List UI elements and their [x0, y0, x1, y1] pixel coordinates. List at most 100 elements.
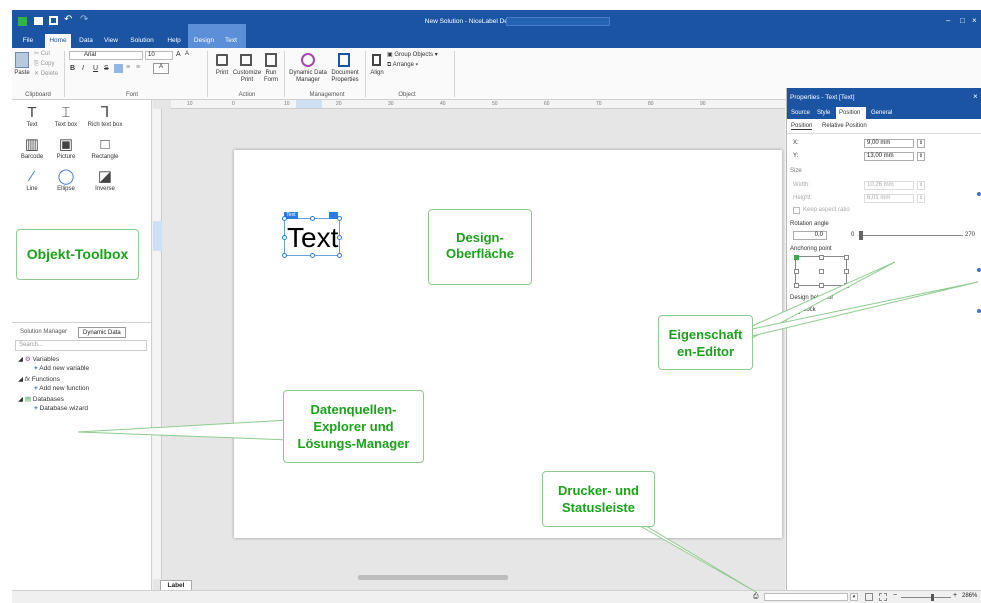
resize-handle[interactable]	[310, 253, 315, 258]
underline-button[interactable]: U	[93, 65, 98, 72]
zoom-in-icon[interactable]: +	[953, 592, 957, 599]
x-spinner[interactable]: ⇕	[917, 139, 925, 148]
info-icon[interactable]	[977, 268, 981, 272]
font-size-select[interactable]: 10	[145, 51, 173, 60]
align-right-icon[interactable]: ≡	[136, 64, 140, 71]
tree-databases[interactable]: ◢ ▤ Databases	[18, 395, 64, 403]
rotation-slider-thumb[interactable]	[859, 231, 863, 240]
align-button[interactable]: Align	[368, 70, 386, 77]
arrange-button[interactable]: ⧉ Arrange ▾	[387, 62, 418, 69]
resize-handle[interactable]	[282, 216, 287, 221]
anchor-bottom-right[interactable]	[844, 283, 849, 288]
rectangle-tool[interactable]: □ Rectangle	[84, 136, 126, 160]
tab-style[interactable]: Style	[817, 110, 830, 116]
font-family-select[interactable]: Arial	[69, 51, 143, 60]
ellipse-tool[interactable]: ◯ Ellipse	[48, 168, 84, 192]
text-object[interactable]: Text Text	[282, 212, 342, 258]
anchor-bottom-center[interactable]	[819, 283, 824, 288]
info-icon[interactable]	[977, 192, 981, 196]
customize-print-button[interactable]: Customize Print	[232, 70, 262, 84]
dynamic-data-manager-button[interactable]: Dynamic Data Manager	[286, 70, 330, 84]
properties-close-icon[interactable]: ×	[973, 92, 978, 101]
tab-home[interactable]: Home	[45, 34, 71, 48]
anchor-top-right[interactable]	[844, 255, 849, 260]
anchoring-point-selector[interactable]	[794, 255, 849, 288]
add-new-function-link[interactable]: + Add new function	[34, 385, 89, 392]
resize-handle[interactable]	[310, 216, 315, 221]
line-tool[interactable]: ⁄ Line	[14, 168, 50, 192]
fit-window-icon[interactable]	[879, 593, 887, 601]
tree-variables[interactable]: ◢ ⚙ Variables	[18, 355, 59, 363]
tab-position[interactable]: Position	[839, 110, 860, 116]
text-object-content[interactable]: Text	[287, 223, 338, 253]
anchor-bottom-left[interactable]	[794, 283, 799, 288]
barcode-tool[interactable]: ▥ Barcode	[14, 136, 50, 160]
copy-button[interactable]: ⎘ Copy	[34, 61, 54, 68]
resize-handle[interactable]	[337, 216, 342, 221]
resize-handle[interactable]	[282, 235, 287, 240]
paste-icon[interactable]	[15, 52, 29, 68]
minimize-button[interactable]: –	[946, 16, 950, 25]
x-input[interactable]: 9,00 mm	[864, 139, 914, 148]
resize-handle[interactable]	[337, 235, 342, 240]
tab-general[interactable]: General	[871, 110, 892, 116]
maximize-button[interactable]: □	[960, 16, 965, 25]
align-center-icon[interactable]: ≡	[126, 64, 130, 71]
document-properties-icon[interactable]	[338, 53, 350, 67]
zoom-out-icon[interactable]: −	[893, 592, 897, 599]
tab-solution-manager[interactable]: Solution Manager	[16, 327, 71, 338]
height-spinner[interactable]: ⇕	[917, 194, 925, 203]
paste-button[interactable]: Paste	[12, 70, 32, 77]
database-wizard-link[interactable]: + Database wizard	[34, 405, 88, 412]
title-search-box[interactable]	[506, 17, 610, 26]
run-form-button[interactable]: Run Form	[262, 70, 280, 84]
dynamic-data-icon[interactable]	[301, 53, 315, 67]
group-objects-button[interactable]: ▣ Group Objects ▾	[387, 52, 438, 59]
anchor-center[interactable]	[819, 269, 824, 274]
tab-help[interactable]: Help	[166, 34, 182, 48]
tab-file[interactable]: File	[20, 34, 36, 48]
zoom-slider[interactable]	[901, 597, 951, 598]
y-spinner[interactable]: ⇕	[917, 152, 925, 161]
anchor-top-center[interactable]	[819, 255, 824, 260]
tab-solution[interactable]: Solution	[128, 34, 156, 48]
print-button[interactable]: Print	[212, 70, 232, 77]
anchor-middle-right[interactable]	[844, 269, 849, 274]
strikethrough-button[interactable]: S	[104, 65, 109, 72]
text-tool[interactable]: T Text	[14, 104, 50, 128]
printer-icon[interactable]: ⎙	[753, 593, 759, 601]
delete-button[interactable]: ✕ Delete	[34, 71, 58, 78]
width-spinner[interactable]: ⇕	[917, 181, 925, 190]
width-input[interactable]: 10,26 mm	[864, 181, 914, 190]
subtab-position[interactable]: Position	[791, 123, 813, 130]
tab-design[interactable]: Design	[192, 34, 216, 48]
customize-print-icon[interactable]	[240, 54, 252, 66]
tab-text[interactable]: Text	[220, 34, 242, 48]
rich-text-box-tool[interactable]: Ꞁ Rich text box	[84, 104, 126, 128]
anchor-top-left[interactable]	[794, 255, 799, 260]
run-form-icon[interactable]	[265, 53, 277, 67]
grow-font-icon[interactable]: A	[176, 51, 181, 58]
resize-handle[interactable]	[337, 253, 342, 258]
subtab-relative-position[interactable]: Relative Position	[822, 123, 867, 129]
tab-data[interactable]: Data	[78, 34, 94, 48]
resize-handle[interactable]	[282, 253, 287, 258]
zoom-slider-thumb[interactable]	[931, 594, 934, 601]
font-color-button[interactable]: A	[153, 63, 169, 74]
rotation-input[interactable]: 0,0	[793, 231, 827, 240]
shrink-font-icon[interactable]: A	[185, 51, 189, 58]
tree-functions[interactable]: ◢ fx Functions	[18, 375, 60, 383]
add-new-variable-link[interactable]: + Add new variable	[34, 365, 89, 372]
keep-aspect-ratio-checkbox[interactable]	[793, 207, 800, 214]
y-input[interactable]: 13,00 mm	[864, 152, 914, 161]
cut-button[interactable]: ✂ Cut	[34, 51, 50, 58]
print-icon[interactable]	[216, 54, 228, 66]
printer-select[interactable]	[764, 593, 848, 601]
align-left-icon[interactable]	[114, 64, 123, 73]
italic-button[interactable]: I	[82, 65, 84, 72]
anchor-middle-left[interactable]	[794, 269, 799, 274]
picture-tool[interactable]: ▣ Picture	[48, 136, 84, 160]
printer-dropdown-icon[interactable]: ▾	[850, 593, 858, 601]
text-box-tool[interactable]: ⌶ Text box	[48, 104, 84, 128]
explorer-search-input[interactable]: Search...	[15, 340, 147, 351]
